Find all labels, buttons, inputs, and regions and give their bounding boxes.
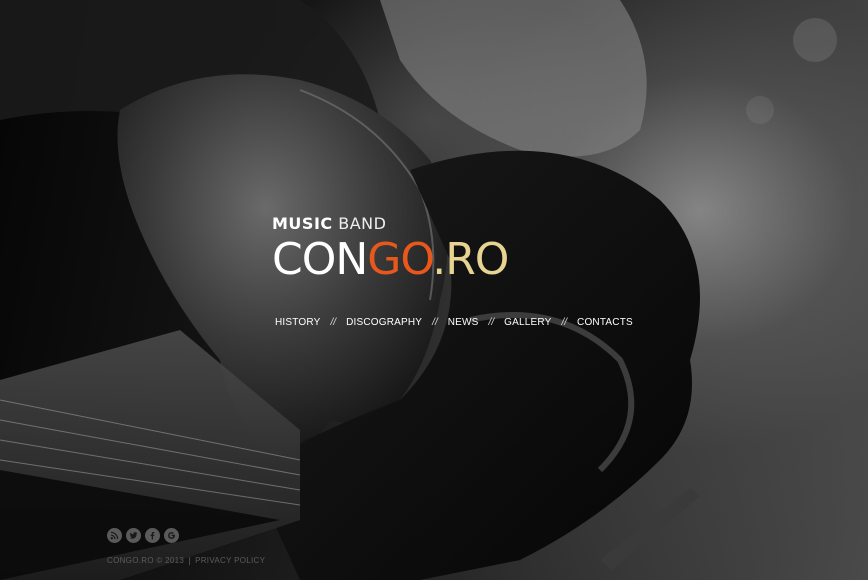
hero-page: MUSIC BAND CONGO.RO HISTORY // DISCOGRAP… [0, 0, 868, 580]
kicker-light: BAND [338, 214, 387, 233]
nav-separator: // [330, 317, 337, 328]
footer-copyright: CONGO.RO © 2013 [107, 556, 185, 565]
nav-item-history[interactable]: HISTORY [275, 317, 321, 328]
facebook-icon [150, 531, 155, 540]
nav-separator: // [488, 317, 495, 328]
site-logo[interactable]: CONGO.RO [272, 234, 572, 286]
nav-separator: // [561, 317, 568, 328]
nav-item-news[interactable]: NEWS [448, 317, 479, 328]
google-button[interactable] [164, 528, 179, 543]
nav-separator: // [432, 317, 438, 328]
privacy-policy-link[interactable]: PRIVACY POLICY [195, 556, 265, 565]
social-links [107, 528, 179, 543]
logo-part-orange: GO [367, 234, 433, 285]
facebook-button[interactable] [145, 528, 160, 543]
nav-item-gallery[interactable]: GALLERY [504, 317, 551, 328]
background-photo-guitarist [0, 0, 837, 580]
nav-item-contacts[interactable]: CONTACTS [577, 317, 633, 328]
twitter-button[interactable] [126, 528, 141, 543]
kicker-strong: MUSIC [272, 214, 333, 233]
google-icon [168, 532, 176, 539]
rss-button[interactable] [107, 528, 122, 543]
band-title-block: MUSIC BAND CONGO.RO [272, 214, 572, 286]
nav-item-discography[interactable]: DISCOGRAPHY [346, 317, 422, 328]
footer: CONGO.RO © 2013 PRIVACY POLICY [107, 556, 265, 565]
logo-part-gold: .RO [432, 234, 509, 285]
twitter-icon [129, 532, 138, 539]
footer-divider [189, 556, 191, 565]
logo-part-white: CON [272, 234, 368, 285]
rss-icon [110, 531, 119, 540]
main-nav: HISTORY // DISCOGRAPHY // NEWS // GALLER… [275, 317, 633, 328]
band-kicker: MUSIC BAND [272, 214, 572, 234]
